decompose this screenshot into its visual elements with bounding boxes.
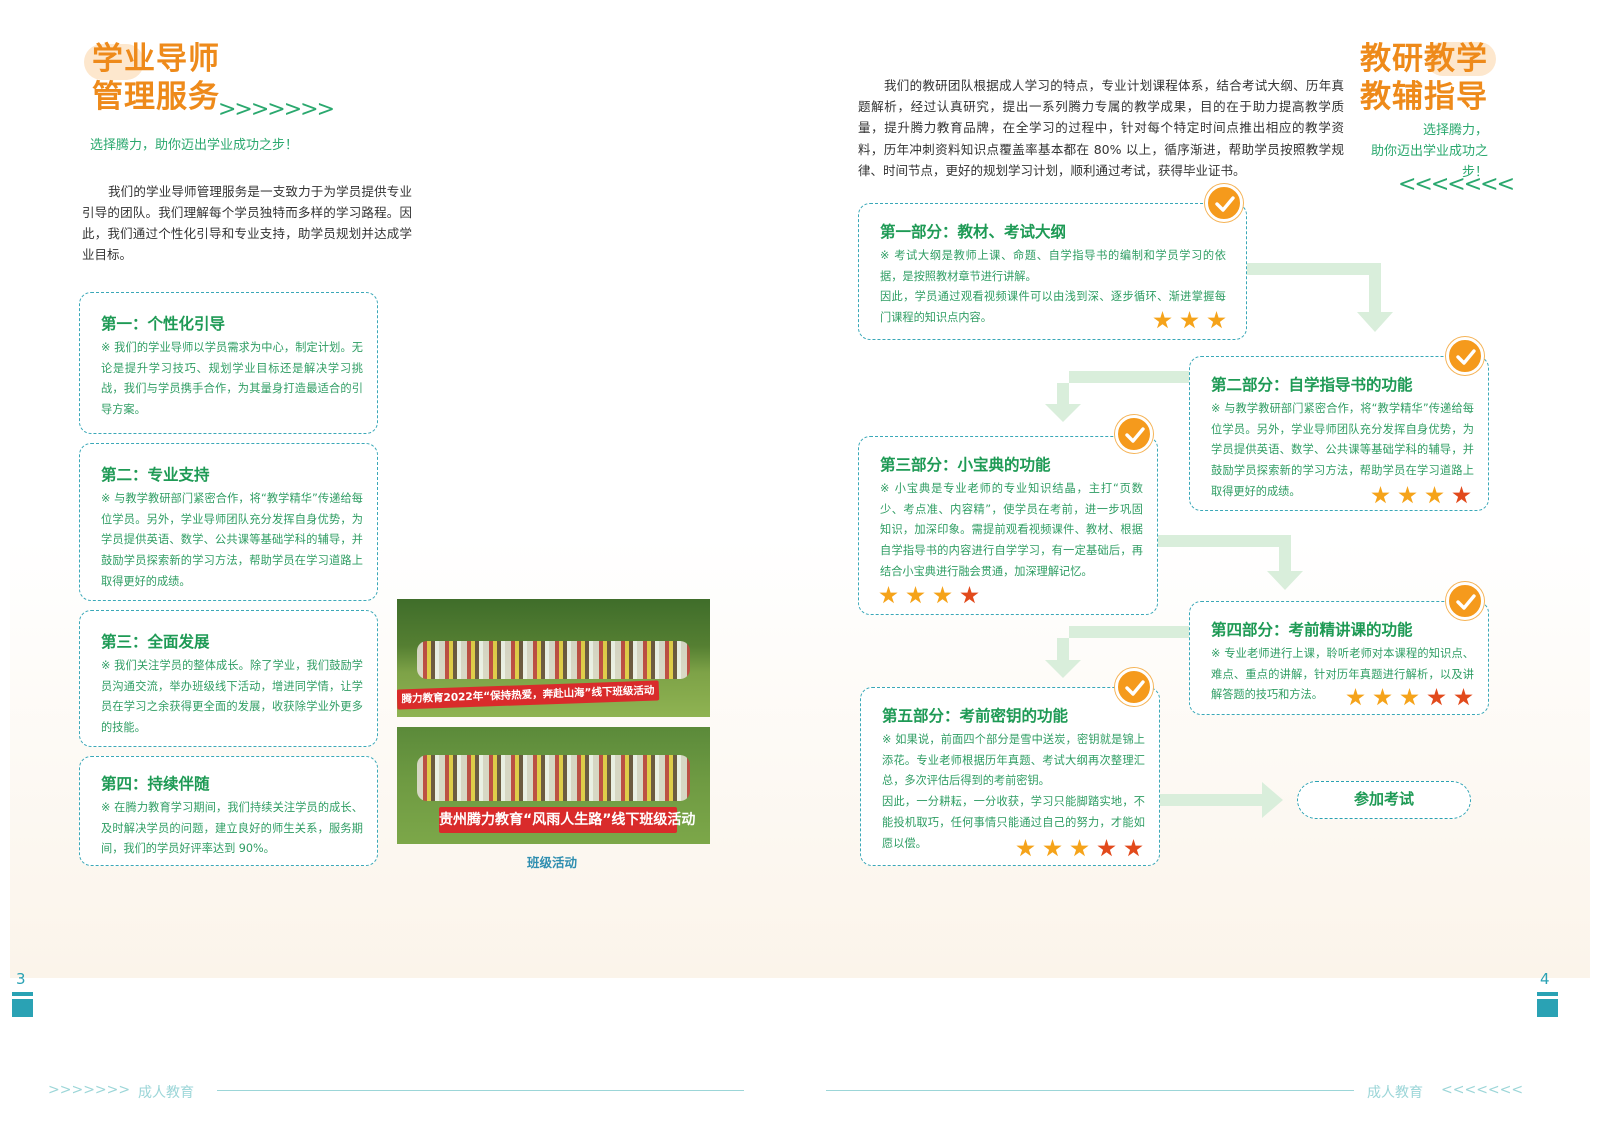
part-title: 第四部分：考前精讲课的功能 <box>1211 621 1413 639</box>
final-step-exam: 参加考试 <box>1297 781 1471 819</box>
part-text: ※ 如果说，前面四个部分是雪中送炭，密钥就是锦上添花。专业老师根据历年真题、考试… <box>882 733 1145 788</box>
star-icon <box>1427 688 1446 706</box>
part-text: ※ 考试大纲是教师上课、命题、自学指导书的编制和学员学习的依据，是按照教材章节进… <box>880 249 1226 283</box>
star-icon <box>933 586 952 604</box>
star-icon <box>1398 486 1417 504</box>
footer-right-chevrons: <<<<<<< <box>1441 1082 1524 1098</box>
star-rating-5 <box>1016 839 1143 858</box>
star-icon <box>1180 311 1199 329</box>
star-icon <box>1207 311 1226 329</box>
star-icon <box>1371 486 1390 504</box>
star-rating-1 <box>1153 311 1226 330</box>
check-icon <box>1446 337 1484 375</box>
star-icon <box>1425 486 1444 504</box>
star-rating-3 <box>879 586 979 605</box>
flow-arrow-4-5 <box>1045 626 1189 678</box>
star-icon <box>1070 839 1089 857</box>
check-icon <box>1205 184 1243 222</box>
flow-arrow-5-final <box>1160 782 1283 818</box>
check-icon <box>1446 582 1484 620</box>
flow-arrow-3-4 <box>1158 535 1303 590</box>
part-title: 第三部分：小宝典的功能 <box>880 456 1051 474</box>
star-icon <box>1043 839 1062 857</box>
star-rating-2 <box>1371 486 1471 505</box>
flow-arrow-1-2 <box>1247 263 1393 332</box>
page-number-right: 4 <box>1540 970 1550 988</box>
part-title: 第二部分：自学指导书的功能 <box>1211 376 1413 394</box>
check-icon <box>1115 668 1153 706</box>
page-marker-right-bar <box>1537 992 1558 996</box>
star-icon <box>1097 839 1116 857</box>
star-icon <box>1400 688 1419 706</box>
star-icon <box>1373 688 1392 706</box>
star-icon <box>1016 839 1035 857</box>
star-icon <box>960 586 979 604</box>
star-icon <box>1153 311 1172 329</box>
part-title: 第五部分：考前密钥的功能 <box>882 707 1069 725</box>
star-rating-4 <box>1346 688 1473 707</box>
star-icon <box>1454 688 1473 706</box>
footer-right-text: 成人教育 <box>1367 1085 1423 1101</box>
footer-right-line <box>826 1090 1354 1091</box>
page-marker-right-block <box>1537 999 1558 1017</box>
star-icon <box>1124 839 1143 857</box>
flow-arrows <box>1045 263 1393 818</box>
star-icon <box>879 586 898 604</box>
part-text: ※ 小宝典是专业老师的专业知识结晶，主打“页数少、考点准、内容精”，使学员在考前… <box>880 482 1143 578</box>
star-icon <box>1452 486 1471 504</box>
check-icon <box>1115 415 1153 453</box>
star-icon <box>1346 688 1365 706</box>
star-icon <box>906 586 925 604</box>
part-title: 第一部分：教材、考试大纲 <box>880 223 1067 241</box>
flow-arrow-2-3 <box>1045 371 1189 422</box>
